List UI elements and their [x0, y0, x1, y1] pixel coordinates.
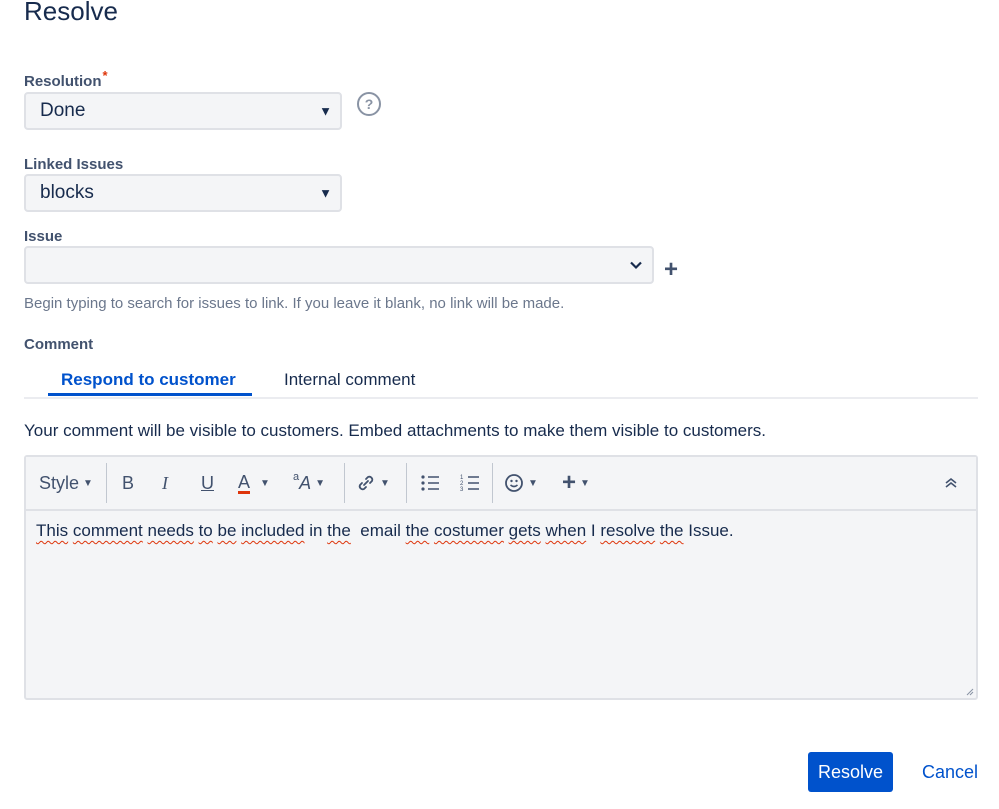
toolbar-divider	[106, 463, 107, 503]
text-color-button[interactable]: A ▼	[238, 457, 270, 509]
comment-text-part: in	[304, 521, 328, 540]
comment-text-part: the	[327, 521, 351, 540]
emoji-icon	[505, 474, 523, 492]
resolution-value: Done	[40, 100, 86, 121]
link-icon	[358, 475, 374, 491]
comment-text-part: Issue.	[683, 521, 734, 540]
dropdown-arrow-icon: ▼	[319, 103, 332, 119]
comment-text-part: the	[659, 521, 684, 540]
question-circle-icon[interactable]: ?	[357, 92, 381, 116]
comment-text[interactable]: This comment needs to be included in the…	[36, 521, 734, 541]
comment-editor[interactable]: Style ▼ B I U A ▼ a A ▼ ▼ 123 ▼ + ▼ This…	[24, 455, 978, 700]
comment-text-part: This	[36, 521, 69, 540]
toolbar-divider	[406, 463, 407, 503]
underline-button[interactable]: U	[201, 457, 214, 509]
linked-issues-select[interactable]: blocks ▼	[24, 174, 342, 212]
resize-handle-icon[interactable]	[964, 686, 974, 696]
comment-text-part: to	[198, 521, 213, 540]
comment-text-part: be	[217, 521, 237, 540]
comment-text-part: needs	[147, 521, 194, 540]
comment-text-part: when	[545, 521, 587, 540]
numbered-list-icon: 123	[460, 475, 479, 492]
comment-text-part: gets	[508, 521, 541, 540]
chevron-down-icon: ▼	[380, 477, 390, 489]
comment-text-part: email	[350, 521, 406, 540]
visibility-note: Your comment will be visible to customer…	[24, 421, 767, 440]
chevron-down-icon	[630, 258, 642, 273]
bold-button[interactable]: B	[122, 457, 134, 509]
issue-picker[interactable]	[24, 246, 654, 284]
tabs-divider	[24, 397, 978, 399]
tab-internal-comment[interactable]: Internal comment	[284, 370, 415, 390]
plus-icon: +	[562, 469, 577, 496]
cancel-button[interactable]: Cancel	[922, 752, 978, 792]
comment-text-part: resolve	[600, 521, 656, 540]
issue-hint: Begin typing to search for issues to lin…	[24, 295, 565, 312]
dialog-title: Resolve	[24, 0, 118, 26]
resolution-label: Resolution*	[24, 68, 108, 90]
comment-text-part: costumer	[433, 521, 504, 540]
comment-text-part: comment	[72, 521, 143, 540]
resolution-select[interactable]: Done ▼	[24, 92, 342, 130]
toolbar-divider	[492, 463, 493, 503]
add-issue-icon[interactable]: +	[664, 256, 678, 284]
italic-button[interactable]: I	[162, 457, 168, 509]
insert-more-button[interactable]: + ▼	[562, 457, 590, 509]
tab-respond-to-customer[interactable]: Respond to customer	[61, 370, 236, 390]
more-formatting-icon[interactable]: a A ▼	[293, 457, 325, 509]
chevron-down-icon: ▼	[580, 477, 590, 489]
comment-text-part: included	[241, 521, 305, 540]
linked-issues-value: blocks	[40, 182, 94, 203]
collapse-toolbar-button[interactable]	[944, 457, 958, 509]
bullet-list-button[interactable]	[420, 457, 440, 509]
double-chevron-up-icon	[945, 477, 957, 488]
chevron-down-icon: ▼	[83, 477, 93, 489]
link-button[interactable]: ▼	[356, 457, 390, 509]
issue-label: Issue	[24, 228, 63, 245]
chevron-down-icon: ▼	[260, 477, 270, 489]
comment-label: Comment	[24, 336, 94, 353]
bullet-list-icon	[421, 475, 439, 491]
text-style-dropdown[interactable]: Style ▼	[39, 457, 93, 509]
chevron-down-icon: ▼	[528, 477, 538, 489]
active-tab-indicator	[48, 393, 252, 396]
linked-issues-label: Linked Issues	[24, 156, 124, 173]
resolve-button[interactable]: Resolve	[808, 752, 893, 792]
toolbar-divider	[344, 463, 345, 503]
comment-text-part: the	[405, 521, 430, 540]
dropdown-arrow-icon: ▼	[319, 185, 332, 201]
chevron-down-icon: ▼	[315, 477, 326, 489]
numbered-list-button[interactable]: 123	[460, 457, 480, 509]
svg-text:3: 3	[460, 487, 464, 492]
comment-text-part: I	[586, 521, 601, 540]
required-marker: *	[102, 68, 108, 83]
editor-toolbar: Style ▼ B I U A ▼ a A ▼ ▼ 123 ▼ + ▼	[26, 457, 976, 511]
emoji-button[interactable]: ▼	[504, 457, 538, 509]
